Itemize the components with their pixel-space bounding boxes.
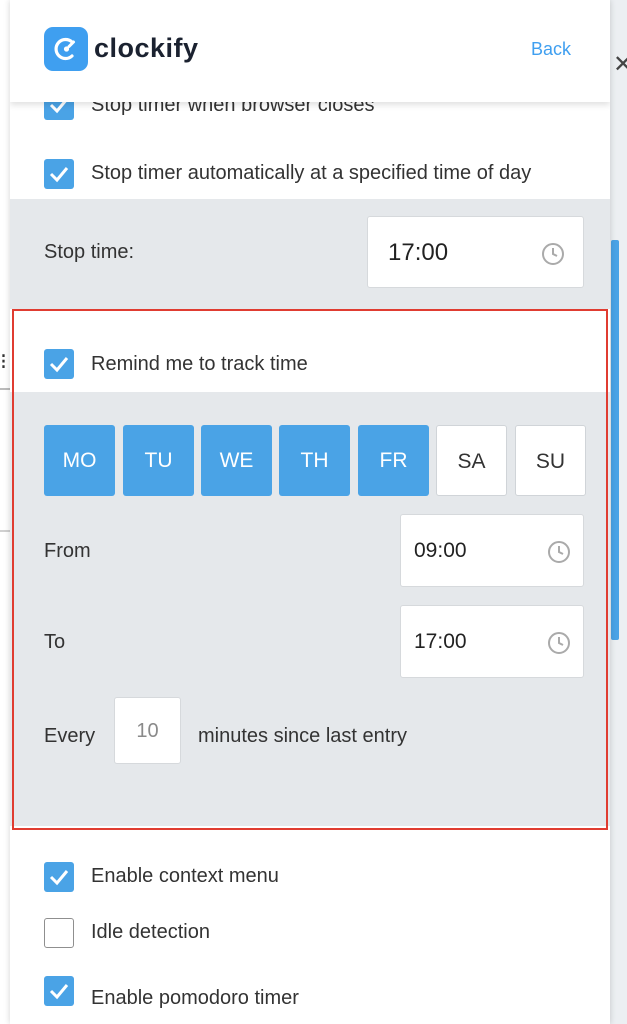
checkmark-icon xyxy=(49,984,69,1000)
pomodoro-label: Enable pomodoro timer xyxy=(91,987,299,1009)
background-partial-glyph: ✕ xyxy=(613,51,627,78)
to-time-input[interactable]: 17:00 xyxy=(400,605,584,678)
app-name: clockify xyxy=(94,33,199,63)
stop-time-value: 17:00 xyxy=(388,239,449,266)
remind-checkbox[interactable] xyxy=(44,349,74,379)
checkmark-icon xyxy=(49,870,69,886)
stop-at-time-row[interactable]: Stop timer automatically at a specified … xyxy=(10,145,610,201)
settings-popup: clockify Back Stop timer when browser cl… xyxy=(10,0,610,1024)
stop-time-input[interactable]: 17:00 xyxy=(367,216,584,288)
stop-time-section: Stop time: 17:00 xyxy=(10,199,610,309)
context-menu-label: Enable context menu xyxy=(91,865,279,887)
pomodoro-row[interactable]: Enable pomodoro timer xyxy=(10,962,610,1018)
background-partial-glyph: ⁝ xyxy=(0,349,7,374)
idle-detection-checkbox[interactable] xyxy=(44,918,74,948)
day-button-we[interactable]: WE xyxy=(201,425,272,496)
day-button-fr[interactable]: FR xyxy=(358,425,429,496)
stop-at-time-label: Stop timer automatically at a specified … xyxy=(91,162,532,184)
stop-at-time-checkbox[interactable] xyxy=(44,159,74,189)
day-button-mo[interactable]: MO xyxy=(44,425,115,496)
clock-icon xyxy=(548,632,570,654)
from-time-input[interactable]: 09:00 xyxy=(400,514,584,587)
pomodoro-checkbox[interactable] xyxy=(44,976,74,1006)
day-button-su[interactable]: SU xyxy=(515,425,586,496)
remind-label: Remind me to track time xyxy=(91,353,308,375)
day-button-tu[interactable]: TU xyxy=(123,425,194,496)
day-button-sa[interactable]: SA xyxy=(436,425,507,496)
every-minutes-input[interactable]: 10 xyxy=(114,697,181,764)
idle-detection-row[interactable]: Idle detection xyxy=(10,904,610,960)
background-scrollbar xyxy=(611,240,619,640)
to-time-value: 17:00 xyxy=(414,630,467,653)
clockify-logo-icon xyxy=(44,27,88,71)
from-time-value: 09:00 xyxy=(414,539,467,562)
idle-detection-label: Idle detection xyxy=(91,921,210,943)
back-button[interactable]: Back xyxy=(531,37,571,61)
checkmark-icon xyxy=(49,167,69,183)
from-label: From xyxy=(44,540,91,562)
clock-icon xyxy=(542,243,564,265)
context-menu-row[interactable]: Enable context menu xyxy=(10,848,610,904)
every-label: Every xyxy=(44,725,96,747)
checkmark-icon xyxy=(49,357,69,373)
every-suffix-label: minutes since last entry xyxy=(198,725,407,747)
header: clockify Back xyxy=(10,0,610,102)
remind-row[interactable]: Remind me to track time xyxy=(10,335,610,391)
day-button-th[interactable]: TH xyxy=(279,425,350,496)
clock-icon xyxy=(548,541,570,563)
to-label: To xyxy=(44,631,66,653)
context-menu-checkbox[interactable] xyxy=(44,862,74,892)
stop-time-label: Stop time: xyxy=(44,241,135,263)
